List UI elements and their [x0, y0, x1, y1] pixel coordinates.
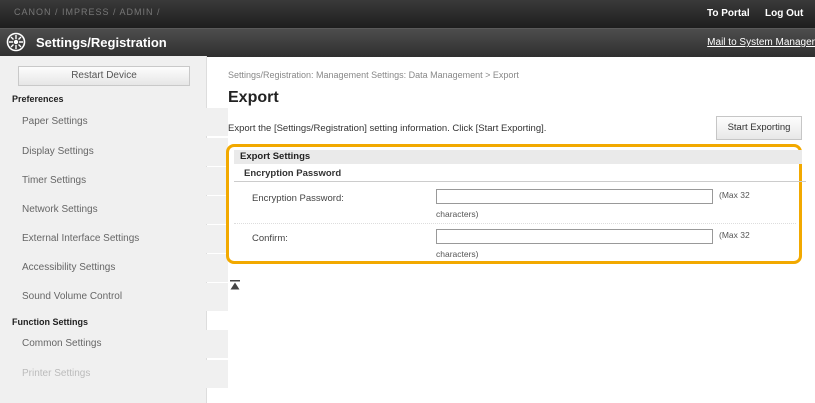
start-exporting-button[interactable]: Start Exporting: [716, 116, 802, 140]
sidebar-item-accessibility-settings[interactable]: Accessibility Settings: [0, 254, 228, 282]
field-divider: [234, 223, 796, 224]
device-name: CANON / IMPRESS / ADMIN /: [14, 7, 161, 17]
breadcrumb: Settings/Registration: Management Settin…: [228, 70, 519, 80]
to-portal-link[interactable]: To Portal: [707, 8, 750, 19]
encryption-password-label: Encryption Password:: [252, 193, 344, 204]
top-bar: CANON / IMPRESS / ADMIN / To Portal Log …: [0, 0, 815, 28]
sidebar-item-network-settings[interactable]: Network Settings: [0, 196, 228, 224]
preferences-heading: Preferences: [12, 94, 64, 104]
confirm-password-hint-cont: characters): [436, 249, 479, 259]
title-bar: Settings/Registration Mail to System Man…: [0, 28, 815, 57]
encryption-password-hint: (Max 32: [719, 190, 750, 200]
sidebar-item-printer-settings[interactable]: Printer Settings: [0, 360, 228, 388]
sidebar-item-paper-settings[interactable]: Paper Settings: [0, 108, 228, 136]
log-out-link[interactable]: Log Out: [765, 8, 803, 19]
settings-registration-icon: [6, 32, 26, 52]
sidebar-item-display-settings[interactable]: Display Settings: [0, 138, 228, 166]
export-settings-heading: Export Settings: [234, 150, 802, 164]
confirm-password-hint: (Max 32: [719, 230, 750, 240]
mail-to-system-manager-link[interactable]: Mail to System Manager: [707, 37, 815, 48]
encryption-password-heading: Encryption Password: [234, 168, 806, 182]
function-settings-heading: Function Settings: [12, 317, 88, 327]
restart-device-button[interactable]: Restart Device: [18, 66, 190, 86]
main-content: Settings/Registration: Management Settin…: [214, 56, 815, 403]
page-title: Export: [228, 89, 279, 106]
sidebar: Restart Device Preferences Paper Setting…: [0, 56, 228, 403]
sidebar-item-sound-volume-control[interactable]: Sound Volume Control: [0, 283, 228, 311]
sidebar-item-common-settings[interactable]: Common Settings: [0, 330, 228, 358]
encryption-password-hint-cont: characters): [436, 209, 479, 219]
confirm-password-input[interactable]: [436, 229, 713, 244]
page-description: Export the [Settings/Registration] setti…: [228, 123, 547, 134]
to-top-icon[interactable]: [230, 280, 240, 290]
app-title: Settings/Registration: [36, 35, 167, 50]
sidebar-item-external-interface-settings[interactable]: External Interface Settings: [0, 225, 228, 253]
sidebar-item-timer-settings[interactable]: Timer Settings: [0, 167, 228, 195]
confirm-label: Confirm:: [252, 233, 288, 244]
encryption-password-input[interactable]: [436, 189, 713, 204]
